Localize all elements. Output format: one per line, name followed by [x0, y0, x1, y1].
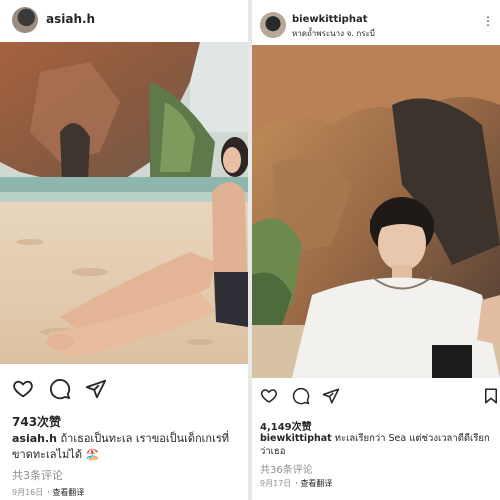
post-photo[interactable]	[252, 45, 500, 378]
translate-link[interactable]: · 查看翻译	[47, 488, 84, 497]
post-left: asiah.h 743次赞 asiah.h ถ้าเธอเป็นทะเล เรา…	[0, 0, 248, 500]
post-date: 9月16日	[12, 488, 44, 497]
avatar[interactable]	[260, 12, 286, 38]
comment-icon[interactable]	[292, 387, 310, 405]
heart-icon[interactable]	[12, 378, 34, 400]
share-icon[interactable]	[322, 387, 340, 405]
comment-icon[interactable]	[49, 378, 71, 400]
caption-username[interactable]: biewkittiphat	[260, 433, 332, 444]
translate-link[interactable]: · 查看翻译	[295, 479, 332, 488]
beach-photo-image	[0, 42, 248, 364]
view-comments-link[interactable]: 共3条评论	[12, 467, 63, 483]
post-header: asiah.h	[0, 0, 248, 40]
post-header: biewkittiphat หาดถ้ำพระนาง จ. กระบี่ ⋮	[252, 0, 500, 40]
post-photo[interactable]	[0, 42, 248, 364]
post-location[interactable]: หาดถ้ำพระนาง จ. กระบี่	[292, 27, 375, 40]
caption-username[interactable]: asiah.h	[12, 432, 57, 445]
avatar[interactable]	[12, 7, 38, 33]
like-count[interactable]: 4,149次赞	[260, 418, 312, 433]
bookmark-icon[interactable]	[482, 387, 500, 405]
share-icon[interactable]	[85, 378, 107, 400]
heart-icon[interactable]	[260, 387, 278, 405]
action-bar	[12, 378, 248, 402]
post-right: biewkittiphat หาดถ้ำพระนาง จ. กระบี่ ⋮ 4…	[252, 0, 500, 500]
post-username[interactable]: biewkittiphat	[292, 14, 367, 25]
cave-photo-image	[252, 45, 500, 378]
like-count[interactable]: 743次赞	[12, 413, 61, 430]
post-caption: biewkittiphat ทะเลเรียกว่า Sea แต่ช่วงเว…	[260, 432, 496, 458]
more-icon[interactable]: ⋮	[482, 14, 494, 28]
action-bar	[260, 387, 500, 411]
post-meta: 9月16日 · 查看翻译	[12, 487, 84, 498]
post-date: 9月17日	[260, 479, 292, 488]
post-meta: 9月17日 · 查看翻译	[260, 478, 332, 489]
view-comments-link[interactable]: 共36条评论	[260, 461, 313, 476]
post-username[interactable]: asiah.h	[46, 12, 95, 26]
post-caption: asiah.h ถ้าเธอเป็นทะเล เราขอเป็นเด็กเกเร…	[12, 431, 244, 463]
